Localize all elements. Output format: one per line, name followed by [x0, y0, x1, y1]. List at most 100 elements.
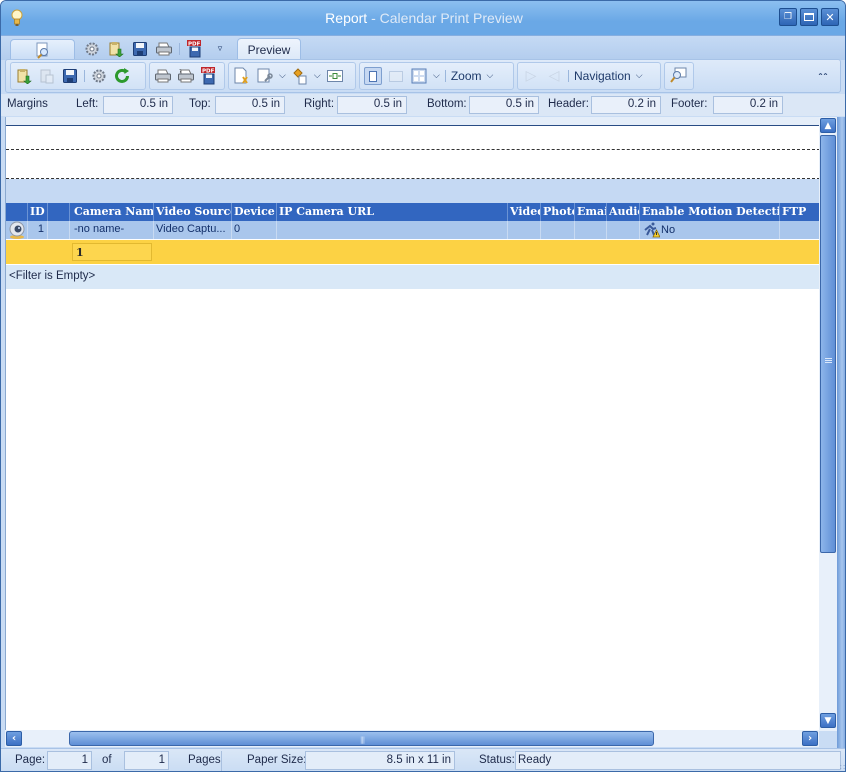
separator: [221, 751, 222, 771]
grip-icon: |||: [360, 736, 365, 744]
preview-page-area[interactable]: ID Camera Name Video Source Device IP Ca…: [5, 117, 820, 731]
restore-button[interactable]: ❐: [779, 8, 797, 26]
ribbon-toolbar: ? PDF ⌵ ⌵ ⌵ Zoom ⌵ ▷ ◁ Navigation ⌵ ˆˆ: [5, 59, 841, 93]
margin-footer-field[interactable]: 0.2 in: [713, 96, 783, 114]
motion-warning-icon: [644, 222, 660, 238]
zoom-dropdown[interactable]: Zoom: [451, 69, 482, 83]
separator: [84, 70, 85, 82]
scroll-down-button[interactable]: ▼: [820, 713, 836, 728]
print-icon[interactable]: [155, 40, 173, 58]
margin-bottom-field[interactable]: 0.5 in: [469, 96, 539, 114]
cell-device: 0: [232, 221, 277, 239]
pdf-save-icon[interactable]: PDF: [186, 40, 204, 58]
margin-top-field[interactable]: 0.5 in: [215, 96, 285, 114]
open-icon[interactable]: [15, 67, 33, 85]
scroll-left-button[interactable]: ‹: [6, 731, 22, 746]
row-icon-cell: [6, 221, 28, 239]
paper-size-field: 8.5 in x 11 in: [305, 751, 455, 770]
quick-print-icon[interactable]: ?: [177, 67, 195, 85]
cell-video: [508, 221, 541, 239]
scale-icon[interactable]: [326, 67, 344, 85]
refresh-icon[interactable]: [113, 67, 131, 85]
cell-camera-name: -no name-: [70, 221, 154, 239]
navigation-dropdown[interactable]: Navigation: [574, 69, 631, 83]
motion-detection-value: No: [661, 224, 676, 236]
svg-text:PDF: PDF: [202, 68, 215, 74]
margin-header-label: Header:: [548, 98, 589, 110]
cell-ftp: [780, 221, 820, 239]
margins-bar: Margins Left: 0.5 in Top: 0.5 in Right: …: [1, 94, 845, 116]
export-pdf-icon[interactable]: PDF: [200, 67, 218, 85]
zoom-dropdown-icon[interactable]: ⌵: [487, 71, 494, 81]
chevron-left-icon: ‹: [11, 733, 17, 744]
filter-panel[interactable]: <Filter is Empty>: [6, 265, 820, 289]
grip-icon: [825, 358, 832, 363]
col-header-enable-motion-detection: Enable Motion Detection: [640, 203, 780, 221]
save-icon[interactable]: [131, 40, 149, 58]
customize-dropdown-icon[interactable]: ▿: [210, 40, 230, 58]
page-setup-icon[interactable]: [233, 67, 251, 85]
col-header-id: ID: [28, 203, 48, 221]
table-row[interactable]: 1 -no name- Video Captu... 0 No: [6, 221, 820, 239]
title-bar: Report - Calendar Print Preview ❐ ✕: [1, 1, 845, 35]
cell-blank: [48, 221, 70, 239]
tab-preview[interactable]: Preview: [237, 38, 301, 61]
margin-bottom-label: Bottom:: [427, 98, 467, 110]
horizontal-scroll-thumb[interactable]: |||: [69, 731, 654, 746]
cell-enable-motion-detection: No: [640, 221, 780, 239]
vertical-scrollbar[interactable]: ▲ ▼: [819, 117, 837, 731]
webcam-icon: [9, 221, 25, 239]
ribbon-group-page-setup: ⌵ ⌵: [228, 62, 356, 90]
scroll-up-button[interactable]: ▲: [820, 118, 836, 133]
print-icon[interactable]: [154, 67, 172, 85]
header-margin-line: [6, 149, 820, 150]
vertical-scroll-thumb[interactable]: [820, 135, 836, 553]
group-band: [6, 179, 820, 204]
margin-right-label: Right:: [304, 98, 335, 110]
margin-header-field[interactable]: 0.2 in: [591, 96, 661, 114]
ribbon-group-find: [664, 62, 694, 90]
many-pages-dropdown-icon[interactable]: ⌵: [433, 71, 440, 81]
col-header-video: Video: [508, 203, 541, 221]
horizontal-scrollbar[interactable]: ‹ ||| ›: [5, 730, 819, 747]
customize-icon[interactable]: [256, 67, 274, 85]
find-icon[interactable]: [669, 67, 687, 85]
settings-gear-icon[interactable]: [83, 40, 101, 58]
maximize-button[interactable]: [800, 8, 818, 26]
resize-grip-icon[interactable]: ∷: [840, 764, 845, 772]
chevron-down-icon: ▼: [824, 715, 832, 726]
close-icon: ✕: [825, 10, 835, 24]
scroll-right-button[interactable]: ›: [802, 731, 818, 746]
one-page-icon[interactable]: [364, 67, 382, 85]
close-button[interactable]: ✕: [821, 8, 839, 26]
filter-status-text: <Filter is Empty>: [9, 270, 96, 282]
navigation-dropdown-icon[interactable]: ⌵: [636, 71, 643, 81]
cell-video-source: Video Captu...: [154, 221, 232, 239]
separator: [568, 70, 569, 82]
export-icon[interactable]: [107, 40, 125, 58]
customize-dropdown-icon[interactable]: ⌵: [279, 71, 286, 81]
cell-id: 1: [28, 221, 48, 239]
two-pages-icon: [387, 67, 405, 85]
background-icon[interactable]: [291, 67, 309, 85]
quick-access-toolbar: PDF ▿ Preview: [1, 35, 845, 61]
many-pages-icon[interactable]: [410, 67, 428, 85]
margin-right-field[interactable]: 0.5 in: [337, 96, 407, 114]
margin-top-label: Top:: [189, 98, 211, 110]
background-dropdown-icon[interactable]: ⌵: [314, 71, 321, 81]
collapse-ribbon-icon[interactable]: ˆˆ: [818, 73, 828, 84]
save-icon[interactable]: [61, 67, 79, 85]
ribbon-group-zoom: ⌵ Zoom ⌵: [359, 62, 514, 90]
restore-icon: ❐: [783, 11, 793, 22]
cell-email: [575, 221, 607, 239]
print-preview-window: Report - Calendar Print Preview ❐ ✕ PDF …: [0, 0, 846, 772]
cell-ip-camera-url: [277, 221, 508, 239]
page-number-field[interactable]: 1: [47, 751, 92, 770]
margin-left-field[interactable]: 0.5 in: [103, 96, 173, 114]
previous-page-icon: ◁: [548, 68, 560, 84]
options-gear-icon[interactable]: [90, 67, 108, 85]
ribbon-group-navigation: ▷ ◁ Navigation ⌵: [517, 62, 661, 90]
camera-count-total: 1: [72, 243, 152, 261]
application-menu-button[interactable]: [10, 39, 75, 61]
window-right-edge: [837, 117, 845, 749]
